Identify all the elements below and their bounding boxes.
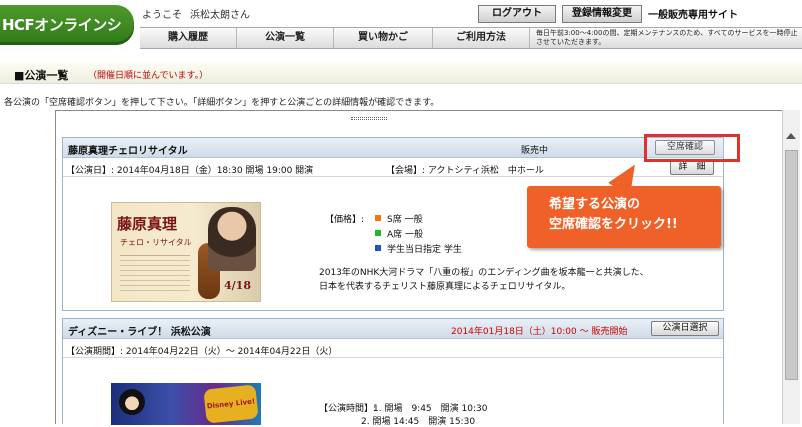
logout-button[interactable]: ログアウト xyxy=(478,5,556,23)
sales-start-status: 2014年01月18日（土）10:00 〜 販売開始 xyxy=(451,327,628,337)
poster-date: 4/18 xyxy=(224,279,251,292)
event-date: 【公演日】: 2014年04月18日（金）18:30 開場 19:00 開演 xyxy=(66,166,314,176)
event-card-header: 藤原真理チェロリサイタル 販売中 空席確認 xyxy=(63,138,723,158)
previous-item-stub xyxy=(351,117,387,120)
price-item: A席 一般 xyxy=(375,227,423,240)
welcome-text: ようこそ xyxy=(142,10,182,21)
event-description: 2013年のNHK大河ドラマ「八重の桜」のエンディング曲を坂本龍一と共演した、 … xyxy=(319,268,649,292)
performer-photo xyxy=(208,207,256,271)
page-title: ■公演一覧 xyxy=(14,69,69,82)
callout-line: 希望する公演の xyxy=(549,197,641,212)
show-time: 1. 開場 9:45 開演 10:30 xyxy=(373,404,488,414)
tutorial-callout: 希望する公演の 空席確認をクリック!! xyxy=(527,186,721,248)
sort-note: （開催日順に並んでいます。） xyxy=(88,71,209,81)
price-label: 【価格】: xyxy=(325,215,365,225)
character-graphic xyxy=(119,389,145,415)
event-poster-image: 藤原真理 チェロ・リサイタル 4/18 xyxy=(111,202,261,302)
seat-color-icon xyxy=(375,215,381,221)
detail-button[interactable]: 詳 細 xyxy=(670,160,714,175)
scroll-thumb[interactable] xyxy=(785,150,798,380)
event-title[interactable]: ディズニー・ライブ！ 浜松公演 xyxy=(68,323,211,338)
poster-subtitle: チェロ・リサイタル xyxy=(120,238,192,247)
edit-registration-button[interactable]: 登録情報変更 xyxy=(562,5,642,23)
top-header: HCFオンラインショップ ようこそ 浜松太朗さん ログアウト 登録情報変更 一般… xyxy=(0,0,802,74)
nav-how-to-use[interactable]: ご利用方法 xyxy=(433,28,530,48)
seat-color-icon xyxy=(375,245,381,251)
scrollbar[interactable] xyxy=(782,110,800,424)
page-title-bar: ■公演一覧 （開催日順に並んでいます。） xyxy=(0,62,802,84)
event-card-header: ディズニー・ライブ！ 浜松公演 2014年01月18日（土）10:00 〜 販売… xyxy=(63,319,723,339)
event-period: 【公演期間】: 2014年04月22日（火）〜 2014年04月22日（火） xyxy=(66,347,338,357)
event-venue: 【会場】: アクトシティ浜松 中ホール xyxy=(386,166,544,176)
select-date-button[interactable]: 公演日選択 xyxy=(651,321,719,336)
sales-status: 販売中 xyxy=(521,146,549,156)
site-logo[interactable]: HCFオンラインショップ xyxy=(0,5,134,74)
poster-logo: Disney Live! xyxy=(203,384,259,424)
poster-title: 藤原真理 xyxy=(117,215,178,233)
event-title[interactable]: 藤原真理チェロリサイタル xyxy=(68,142,188,157)
poster-text-lines xyxy=(120,255,190,295)
nav-event-list[interactable]: 公演一覧 xyxy=(237,28,334,48)
seat-color-icon xyxy=(375,230,381,236)
scroll-up-arrow-icon[interactable] xyxy=(786,133,796,139)
callout-line: 空席確認をクリック!! xyxy=(549,217,678,232)
time-label: 【公演時間】: xyxy=(319,404,377,414)
price-item: S席 一般 xyxy=(375,212,423,225)
price-item: 学生当日指定 学生 xyxy=(375,242,462,255)
event-poster-image: Disney Live! xyxy=(111,383,261,425)
nav-shopping-cart[interactable]: 買い物かご xyxy=(334,28,433,48)
event-info-row: 【公演期間】: 2014年04月22日（火）〜 2014年04月22日（火） xyxy=(63,340,723,358)
nav-purchase-history[interactable]: 購入履歴 xyxy=(140,28,237,48)
site-type-label: 一般販売専用サイト xyxy=(648,10,738,21)
maintenance-notice: 毎日午前3:00〜4:00の間、定期メンテナンスのため、すべてのサービスを一時停… xyxy=(536,29,798,46)
instruction-text: 各公演の「空席確認ボタン」を押して下さい。「詳細ボタン」を押すと公演ごとの詳細情… xyxy=(4,98,440,108)
event-card: ディズニー・ライブ！ 浜松公演 2014年01月18日（土）10:00 〜 販売… xyxy=(62,318,724,427)
show-time: 2. 開場 14:45 開演 15:30 xyxy=(361,417,476,427)
user-name: 浜松太朗さん xyxy=(190,10,250,21)
main-nav: 購入履歴 公演一覧 買い物かご ご利用方法 毎日午前3:00〜4:00の間、定期… xyxy=(140,27,802,49)
seat-check-highlight xyxy=(644,134,740,162)
